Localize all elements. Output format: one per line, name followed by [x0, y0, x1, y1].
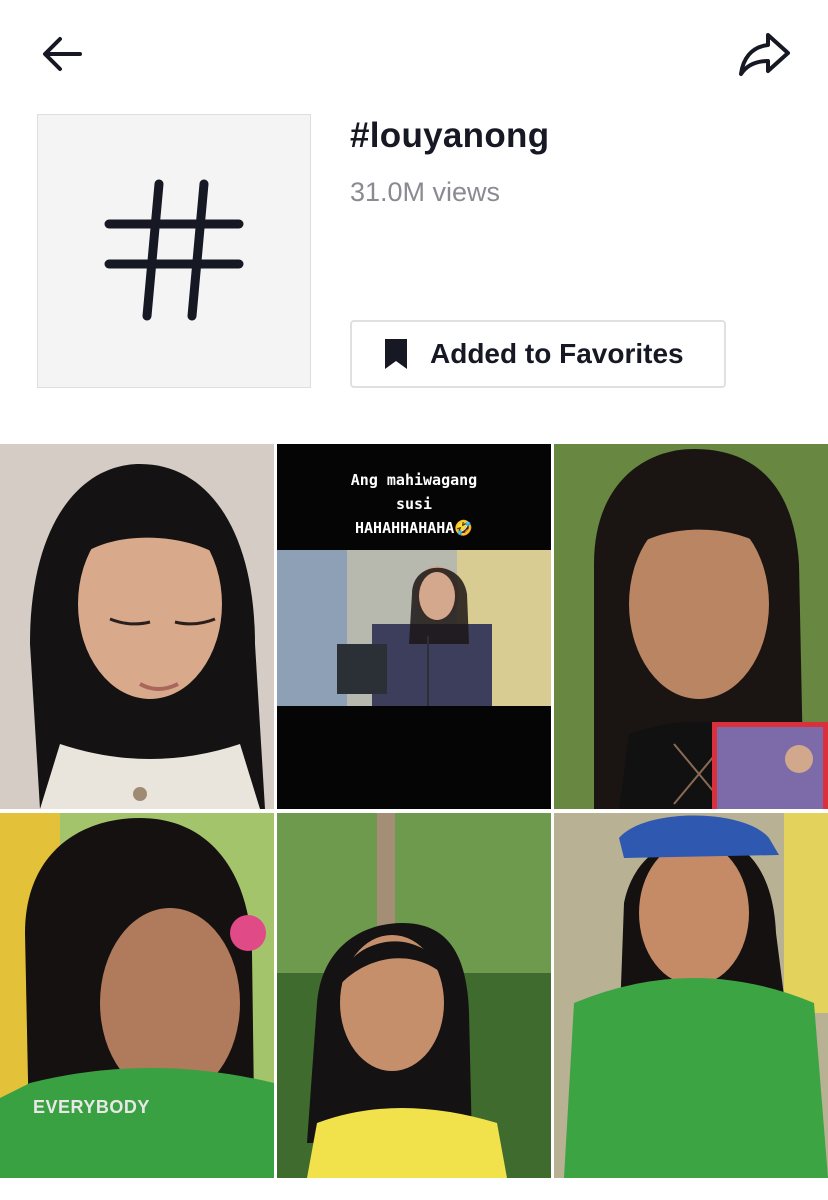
video-grid: Ang mahiwagang susi HAHAHHAHAHA🤣 EVERYBO… [0, 444, 828, 1200]
video-thumbnail-image [0, 813, 274, 1178]
grid-bottom-gap [0, 1178, 828, 1200]
hashtag-title: #louyanong [350, 116, 550, 155]
video-thumbnail-image [554, 444, 828, 809]
share-button[interactable] [734, 28, 794, 80]
top-bar [0, 0, 828, 110]
caption-line: HAHAHHAHAHA🤣 [354, 519, 473, 537]
bookmark-filled-icon [385, 339, 407, 369]
video-thumbnail[interactable] [0, 444, 274, 809]
video-thumbnail[interactable] [277, 813, 551, 1178]
back-button[interactable] [36, 30, 88, 78]
video-thumbnail[interactable] [554, 813, 828, 1178]
video-thumbnail[interactable]: Ang mahiwagang susi HAHAHHAHAHA🤣 [277, 444, 551, 809]
video-caption: EVERYBODY [33, 1097, 150, 1117]
video-thumbnail-image [554, 813, 828, 1178]
favorites-button-label: Added to Favorites [430, 338, 684, 369]
favorites-button[interactable]: Added to Favorites [350, 320, 726, 388]
view-count: 31.0M views [350, 177, 501, 207]
arrow-left-icon [43, 37, 82, 71]
share-arrow-icon [739, 33, 790, 76]
caption-line: Ang mahiwagang [350, 471, 478, 489]
video-caption: Ang mahiwagang susi HAHAHHAHAHA🤣 [277, 468, 551, 540]
video-thumbnail-image [0, 444, 274, 809]
video-thumbnail[interactable] [554, 444, 828, 809]
hashtag-cover [37, 114, 311, 388]
video-thumbnail[interactable]: EVERYBODY [0, 813, 274, 1178]
video-thumbnail-image [277, 813, 551, 1178]
caption-line: susi [395, 495, 433, 513]
hash-icon [104, 179, 244, 321]
